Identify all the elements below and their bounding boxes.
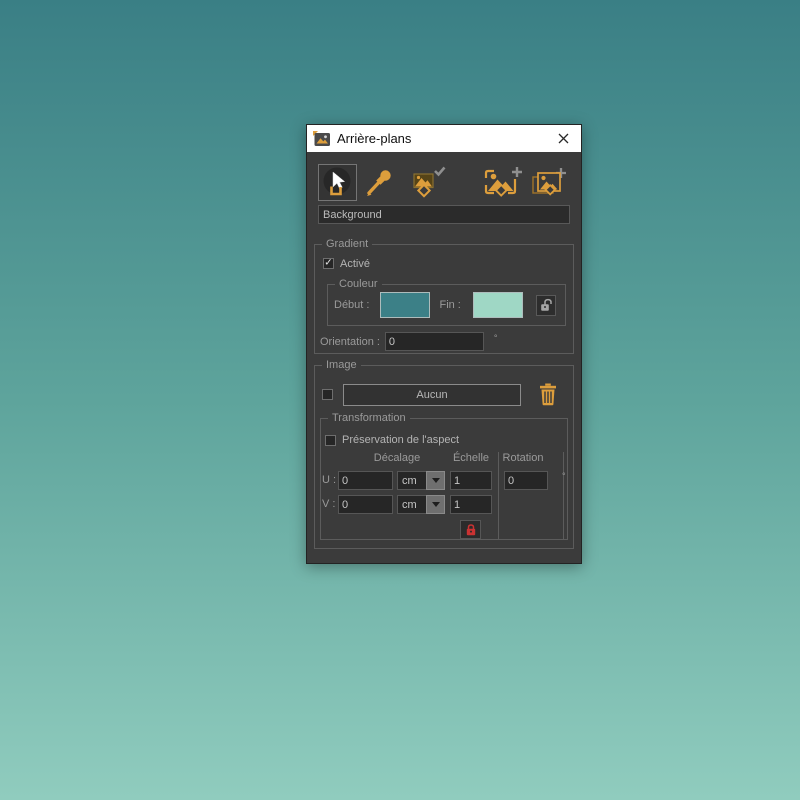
eyedropper-icon: [364, 167, 394, 197]
window-title: Arrière-plans: [337, 131, 545, 146]
u-offset-unit-value: cm: [397, 471, 427, 490]
start-color-label: Début :: [334, 299, 369, 311]
orientation-unit: °: [494, 333, 498, 343]
trash-icon: [539, 383, 557, 406]
dialog-body: Gradient ✓ Activé Couleur Début : Fin :: [307, 152, 581, 563]
couleur-group-label: Couleur: [335, 278, 382, 291]
start-color-swatch[interactable]: [380, 292, 430, 318]
eyedropper-tool-button[interactable]: [364, 167, 394, 197]
image-group: Image Aucun: [314, 365, 574, 549]
gradient-group: Gradient ✓ Activé Couleur Début : Fin :: [314, 244, 574, 354]
app-image-icon: [313, 131, 331, 147]
v-offset-unit-combo[interactable]: cm: [397, 495, 445, 514]
desktop: { "window": { "title": "Arrière-plans" }…: [0, 0, 800, 800]
offset-header: Décalage: [374, 452, 420, 464]
column-separator-left: [498, 452, 499, 539]
locked-padlock-icon: [465, 523, 477, 536]
add-image-copy-tool-button[interactable]: [530, 167, 568, 199]
v-offset-input[interactable]: [338, 495, 393, 514]
couleur-group: Couleur Début : Fin :: [327, 284, 566, 326]
image-file-row: Aucun: [322, 383, 573, 406]
image-group-label: Image: [322, 359, 361, 372]
image-file-button-label: Aucun: [416, 389, 447, 401]
preserve-aspect-label: Préservation de l'aspect: [342, 434, 459, 446]
orientation-row: Orientation : °: [320, 332, 573, 351]
unlocked-padlock-icon: [540, 298, 552, 312]
image-add-icon: [484, 165, 524, 199]
chevron-down-icon[interactable]: [426, 495, 445, 514]
v-scale-input[interactable]: [450, 495, 492, 514]
image-check-icon: [410, 166, 446, 198]
u-rotation-input[interactable]: [504, 471, 548, 490]
color-lock-button[interactable]: [536, 295, 556, 316]
close-button[interactable]: [545, 125, 581, 152]
close-icon: [558, 133, 569, 144]
check-icon: ✓: [324, 258, 332, 268]
scale-header: Échelle: [453, 452, 489, 464]
u-offset-unit-combo[interactable]: cm: [397, 471, 445, 490]
scale-lock-button[interactable]: [460, 520, 481, 539]
chevron-down-icon[interactable]: [426, 471, 445, 490]
background-name-input[interactable]: [318, 205, 570, 224]
gradient-group-label: Gradient: [322, 238, 372, 251]
orientation-input[interactable]: [385, 332, 484, 351]
gradient-enabled-checkbox[interactable]: ✓: [323, 258, 334, 269]
preserve-aspect-row: Préservation de l'aspect: [325, 434, 459, 446]
gradient-enabled-label: Activé: [340, 258, 370, 270]
transformation-group: Transformation Préservation de l'aspect …: [320, 418, 568, 540]
cursor-icon: [321, 166, 354, 199]
apply-image-tool-button[interactable]: [410, 166, 446, 198]
end-color-label: Fin :: [439, 299, 460, 311]
image-file-button[interactable]: Aucun: [343, 384, 521, 406]
backgrounds-dialog: Arrière-plans: [306, 124, 582, 564]
u-rotation-unit: °: [562, 471, 566, 481]
u-offset-input[interactable]: [338, 471, 393, 490]
end-color-swatch[interactable]: [473, 292, 523, 318]
u-axis-label: U :: [322, 474, 336, 486]
titlebar[interactable]: Arrière-plans: [307, 125, 581, 152]
add-image-tool-button[interactable]: [484, 165, 524, 199]
image-enabled-checkbox[interactable]: [322, 389, 333, 400]
select-tool-button[interactable]: [318, 164, 357, 201]
preserve-aspect-checkbox[interactable]: [325, 435, 336, 446]
v-offset-unit-value: cm: [397, 495, 427, 514]
transformation-group-label: Transformation: [328, 412, 410, 425]
u-scale-input[interactable]: [450, 471, 492, 490]
column-separator-right: [563, 452, 564, 539]
toolbar: [307, 152, 581, 201]
gradient-enabled-row: ✓ Activé: [323, 257, 573, 270]
delete-image-button[interactable]: [539, 383, 557, 406]
v-axis-label: V :: [322, 498, 335, 510]
image-copy-add-icon: [530, 167, 568, 199]
rotation-header: Rotation: [503, 452, 544, 464]
orientation-label: Orientation :: [320, 336, 380, 348]
